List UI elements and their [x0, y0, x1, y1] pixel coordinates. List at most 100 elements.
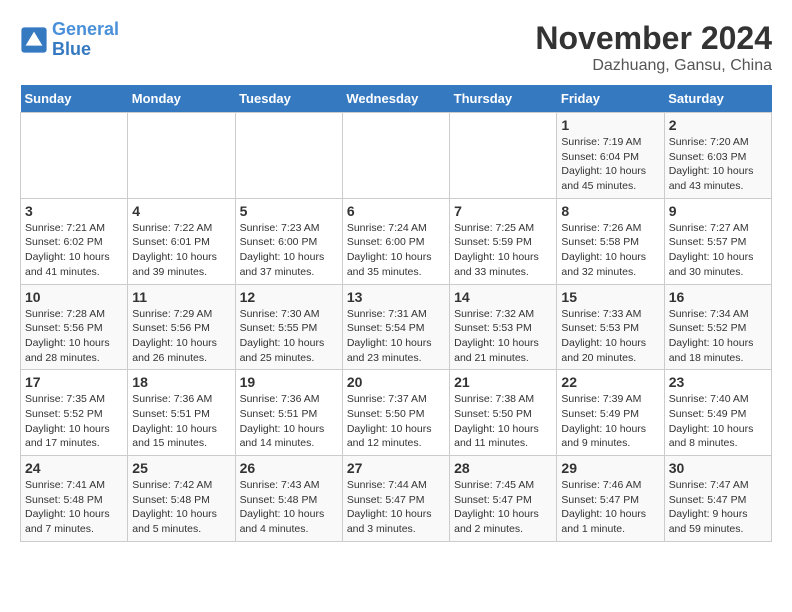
- day-number: 19: [240, 374, 338, 390]
- day-info: Sunrise: 7:36 AM Sunset: 5:51 PM Dayligh…: [132, 392, 230, 451]
- calendar-cell: 9 Sunrise: 7:27 AM Sunset: 5:57 PM Daylig…: [664, 198, 771, 284]
- calendar-cell: 5 Sunrise: 7:23 AM Sunset: 6:00 PM Daylig…: [235, 198, 342, 284]
- day-number: 5: [240, 203, 338, 219]
- calendar-cell: [235, 113, 342, 199]
- calendar-cell: 15Sunrise: 7:33 AM Sunset: 5:53 PM Dayli…: [557, 284, 664, 370]
- calendar-week-2: 3 Sunrise: 7:21 AM Sunset: 6:02 PM Daylig…: [21, 198, 772, 284]
- day-number: 12: [240, 289, 338, 305]
- day-info: Sunrise: 7:46 AM Sunset: 5:47 PM Dayligh…: [561, 478, 659, 537]
- calendar-cell: 20 Sunrise: 7:37 AM Sunset: 5:50 PM Dayli…: [342, 370, 449, 456]
- day-info: Sunrise: 7:26 AM Sunset: 5:58 PM Dayligh…: [561, 221, 659, 280]
- day-number: 22: [561, 374, 659, 390]
- day-number: 9: [669, 203, 767, 219]
- day-number: 17: [25, 374, 123, 390]
- day-number: 14: [454, 289, 552, 305]
- day-info: Sunrise: 7:36 AM Sunset: 5:51 PM Dayligh…: [240, 392, 338, 451]
- calendar-cell: 12 Sunrise: 7:30 AM Sunset: 5:55 PM Dayli…: [235, 284, 342, 370]
- calendar-cell: 25 Sunrise: 7:42 AM Sunset: 5:48 PM Dayli…: [128, 456, 235, 542]
- calendar-cell: 30Sunrise: 7:47 AM Sunset: 5:47 PM Dayli…: [664, 456, 771, 542]
- page-header: General Blue November 2024 Dazhuang, Gan…: [20, 20, 772, 75]
- calendar-table: SundayMondayTuesdayWednesdayThursdayFrid…: [20, 85, 772, 542]
- day-info: Sunrise: 7:45 AM Sunset: 5:47 PM Dayligh…: [454, 478, 552, 537]
- day-number: 13: [347, 289, 445, 305]
- day-number: 1: [561, 117, 659, 133]
- calendar-cell: 17 Sunrise: 7:35 AM Sunset: 5:52 PM Dayli…: [21, 370, 128, 456]
- calendar-cell: 16Sunrise: 7:34 AM Sunset: 5:52 PM Dayli…: [664, 284, 771, 370]
- calendar-cell: [21, 113, 128, 199]
- weekday-header-sunday: Sunday: [21, 85, 128, 113]
- calendar-cell: [128, 113, 235, 199]
- calendar-cell: 8 Sunrise: 7:26 AM Sunset: 5:58 PM Daylig…: [557, 198, 664, 284]
- day-number: 6: [347, 203, 445, 219]
- calendar-cell: 1 Sunrise: 7:19 AM Sunset: 6:04 PM Daylig…: [557, 113, 664, 199]
- day-info: Sunrise: 7:42 AM Sunset: 5:48 PM Dayligh…: [132, 478, 230, 537]
- day-info: Sunrise: 7:28 AM Sunset: 5:56 PM Dayligh…: [25, 307, 123, 366]
- title-block: November 2024 Dazhuang, Gansu, China: [535, 20, 772, 75]
- calendar-week-4: 17 Sunrise: 7:35 AM Sunset: 5:52 PM Dayli…: [21, 370, 772, 456]
- calendar-cell: 24 Sunrise: 7:41 AM Sunset: 5:48 PM Dayli…: [21, 456, 128, 542]
- calendar-cell: 26Sunrise: 7:43 AM Sunset: 5:48 PM Dayli…: [235, 456, 342, 542]
- location: Dazhuang, Gansu, China: [535, 57, 772, 75]
- day-number: 7: [454, 203, 552, 219]
- day-number: 20: [347, 374, 445, 390]
- day-info: Sunrise: 7:25 AM Sunset: 5:59 PM Dayligh…: [454, 221, 552, 280]
- day-info: Sunrise: 7:40 AM Sunset: 5:49 PM Dayligh…: [669, 392, 767, 451]
- day-number: 25: [132, 460, 230, 476]
- day-info: Sunrise: 7:32 AM Sunset: 5:53 PM Dayligh…: [454, 307, 552, 366]
- weekday-header-saturday: Saturday: [664, 85, 771, 113]
- calendar-cell: 19 Sunrise: 7:36 AM Sunset: 5:51 PM Dayli…: [235, 370, 342, 456]
- day-info: Sunrise: 7:23 AM Sunset: 6:00 PM Dayligh…: [240, 221, 338, 280]
- day-info: Sunrise: 7:30 AM Sunset: 5:55 PM Dayligh…: [240, 307, 338, 366]
- calendar-cell: 4 Sunrise: 7:22 AM Sunset: 6:01 PM Daylig…: [128, 198, 235, 284]
- day-info: Sunrise: 7:24 AM Sunset: 6:00 PM Dayligh…: [347, 221, 445, 280]
- day-number: 2: [669, 117, 767, 133]
- day-info: Sunrise: 7:34 AM Sunset: 5:52 PM Dayligh…: [669, 307, 767, 366]
- calendar-cell: 23Sunrise: 7:40 AM Sunset: 5:49 PM Dayli…: [664, 370, 771, 456]
- day-number: 27: [347, 460, 445, 476]
- calendar-cell: 11Sunrise: 7:29 AM Sunset: 5:56 PM Dayli…: [128, 284, 235, 370]
- day-number: 29: [561, 460, 659, 476]
- calendar-cell: 28 Sunrise: 7:45 AM Sunset: 5:47 PM Dayli…: [450, 456, 557, 542]
- calendar-week-3: 10 Sunrise: 7:28 AM Sunset: 5:56 PM Dayli…: [21, 284, 772, 370]
- day-info: Sunrise: 7:27 AM Sunset: 5:57 PM Dayligh…: [669, 221, 767, 280]
- month-title: November 2024: [535, 20, 772, 57]
- day-number: 30: [669, 460, 767, 476]
- day-number: 11: [132, 289, 230, 305]
- calendar-cell: 10 Sunrise: 7:28 AM Sunset: 5:56 PM Dayli…: [21, 284, 128, 370]
- calendar-cell: 18 Sunrise: 7:36 AM Sunset: 5:51 PM Dayli…: [128, 370, 235, 456]
- calendar-week-1: 1 Sunrise: 7:19 AM Sunset: 6:04 PM Daylig…: [21, 113, 772, 199]
- day-number: 18: [132, 374, 230, 390]
- weekday-header-monday: Monday: [128, 85, 235, 113]
- day-info: Sunrise: 7:33 AM Sunset: 5:53 PM Dayligh…: [561, 307, 659, 366]
- calendar-cell: 21Sunrise: 7:38 AM Sunset: 5:50 PM Dayli…: [450, 370, 557, 456]
- day-info: Sunrise: 7:39 AM Sunset: 5:49 PM Dayligh…: [561, 392, 659, 451]
- logo-text: General Blue: [52, 20, 119, 60]
- calendar-cell: 29 Sunrise: 7:46 AM Sunset: 5:47 PM Dayli…: [557, 456, 664, 542]
- day-info: Sunrise: 7:22 AM Sunset: 6:01 PM Dayligh…: [132, 221, 230, 280]
- day-number: 3: [25, 203, 123, 219]
- calendar-cell: 7 Sunrise: 7:25 AM Sunset: 5:59 PM Daylig…: [450, 198, 557, 284]
- calendar-cell: 3 Sunrise: 7:21 AM Sunset: 6:02 PM Daylig…: [21, 198, 128, 284]
- day-info: Sunrise: 7:44 AM Sunset: 5:47 PM Dayligh…: [347, 478, 445, 537]
- day-info: Sunrise: 7:41 AM Sunset: 5:48 PM Dayligh…: [25, 478, 123, 537]
- logo: General Blue: [20, 20, 119, 60]
- day-info: Sunrise: 7:20 AM Sunset: 6:03 PM Dayligh…: [669, 135, 767, 194]
- day-number: 24: [25, 460, 123, 476]
- day-info: Sunrise: 7:21 AM Sunset: 6:02 PM Dayligh…: [25, 221, 123, 280]
- day-info: Sunrise: 7:37 AM Sunset: 5:50 PM Dayligh…: [347, 392, 445, 451]
- day-info: Sunrise: 7:35 AM Sunset: 5:52 PM Dayligh…: [25, 392, 123, 451]
- day-info: Sunrise: 7:19 AM Sunset: 6:04 PM Dayligh…: [561, 135, 659, 194]
- day-number: 4: [132, 203, 230, 219]
- day-number: 28: [454, 460, 552, 476]
- day-number: 10: [25, 289, 123, 305]
- day-info: Sunrise: 7:31 AM Sunset: 5:54 PM Dayligh…: [347, 307, 445, 366]
- weekday-header-row: SundayMondayTuesdayWednesdayThursdayFrid…: [21, 85, 772, 113]
- weekday-header-thursday: Thursday: [450, 85, 557, 113]
- weekday-header-friday: Friday: [557, 85, 664, 113]
- day-number: 8: [561, 203, 659, 219]
- calendar-cell: 14 Sunrise: 7:32 AM Sunset: 5:53 PM Dayli…: [450, 284, 557, 370]
- logo-icon: [20, 26, 48, 54]
- calendar-cell: [450, 113, 557, 199]
- calendar-cell: [342, 113, 449, 199]
- day-info: Sunrise: 7:38 AM Sunset: 5:50 PM Dayligh…: [454, 392, 552, 451]
